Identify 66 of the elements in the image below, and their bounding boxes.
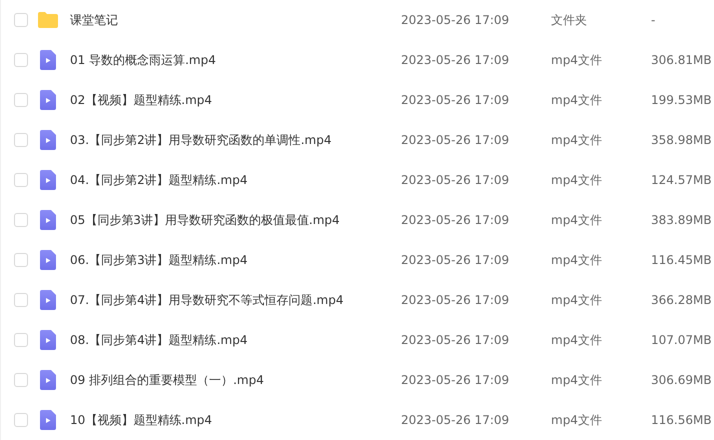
folder-icon xyxy=(38,12,58,28)
file-name[interactable]: 09 排列组合的重要模型（一）.mp4 xyxy=(70,372,401,388)
file-type: mp4文件 xyxy=(551,332,603,348)
video-file-icon xyxy=(40,370,56,390)
checkbox[interactable] xyxy=(14,13,28,27)
file-size: 107.07MB xyxy=(651,333,712,347)
file-size: 116.56MB xyxy=(651,413,712,427)
file-type: mp4文件 xyxy=(551,52,603,68)
file-name[interactable]: 05【同步第3讲】用导数研究函数的极值最值.mp4 xyxy=(70,212,401,228)
file-name[interactable]: 08.【同步第4讲】题型精练.mp4 xyxy=(70,332,401,348)
checkbox[interactable] xyxy=(14,373,28,387)
video-file-icon xyxy=(40,410,56,430)
file-name[interactable]: 03.【同步第2讲】用导数研究函数的单调性.mp4 xyxy=(70,132,401,148)
video-file-icon xyxy=(40,210,56,230)
modified-date: 2023-05-26 17:09 xyxy=(401,293,510,307)
checkbox[interactable] xyxy=(14,333,28,347)
modified-date: 2023-05-26 17:09 xyxy=(401,93,510,107)
file-size: 306.81MB xyxy=(651,53,712,67)
video-file-icon xyxy=(40,330,56,350)
modified-date: 2023-05-26 17:09 xyxy=(401,213,510,227)
checkbox[interactable] xyxy=(14,53,28,67)
file-type: mp4文件 xyxy=(551,132,603,148)
file-type: mp4文件 xyxy=(551,292,603,308)
file-type: mp4文件 xyxy=(551,412,603,428)
video-file-icon xyxy=(40,170,56,190)
file-size: 199.53MB xyxy=(651,93,712,107)
modified-date: 2023-05-26 17:09 xyxy=(401,53,510,67)
file-type: 文件夹 xyxy=(551,12,588,28)
file-name[interactable]: 01 导数的概念雨运算.mp4 xyxy=(70,52,401,68)
file-name[interactable]: 07.【同步第4讲】用导数研究不等式恒存问题.mp4 xyxy=(70,292,401,308)
file-name[interactable]: 课堂笔记 xyxy=(70,12,401,28)
modified-date: 2023-05-26 17:09 xyxy=(401,333,510,347)
checkbox[interactable] xyxy=(14,293,28,307)
file-name[interactable]: 10【视频】题型精练.mp4 xyxy=(70,412,401,428)
file-type: mp4文件 xyxy=(551,212,603,228)
file-type: mp4文件 xyxy=(551,372,603,388)
modified-date: 2023-05-26 17:09 xyxy=(401,373,510,387)
video-file-icon xyxy=(40,290,56,310)
modified-date: 2023-05-26 17:09 xyxy=(401,413,510,427)
checkbox[interactable] xyxy=(14,213,28,227)
file-type: mp4文件 xyxy=(551,252,603,268)
file-type: mp4文件 xyxy=(551,92,603,108)
checkbox[interactable] xyxy=(14,93,28,107)
video-file-icon xyxy=(40,130,56,150)
modified-date: 2023-05-26 17:09 xyxy=(401,13,510,27)
file-size: 124.57MB xyxy=(651,173,712,187)
file-name[interactable]: 02【视频】题型精练.mp4 xyxy=(70,92,401,108)
checkbox[interactable] xyxy=(14,133,28,147)
video-file-icon xyxy=(40,250,56,270)
file-size: 358.98MB xyxy=(651,133,712,147)
checkbox[interactable] xyxy=(14,413,28,427)
file-size: 383.89MB xyxy=(651,213,712,227)
file-type: mp4文件 xyxy=(551,172,603,188)
modified-date: 2023-05-26 17:09 xyxy=(401,253,510,267)
file-size: - xyxy=(651,13,656,27)
modified-date: 2023-05-26 17:09 xyxy=(401,133,510,147)
video-file-icon xyxy=(40,90,56,110)
modified-date: 2023-05-26 17:09 xyxy=(401,173,510,187)
file-size: 116.45MB xyxy=(651,253,712,267)
checkbox[interactable] xyxy=(14,253,28,267)
video-file-icon xyxy=(40,50,56,70)
file-name[interactable]: 04.【同步第2讲】题型精练.mp4 xyxy=(70,172,401,188)
file-size: 306.69MB xyxy=(651,373,712,387)
file-size: 366.28MB xyxy=(651,293,712,307)
checkbox[interactable] xyxy=(14,173,28,187)
file-name[interactable]: 06.【同步第3讲】题型精练.mp4 xyxy=(70,252,401,268)
